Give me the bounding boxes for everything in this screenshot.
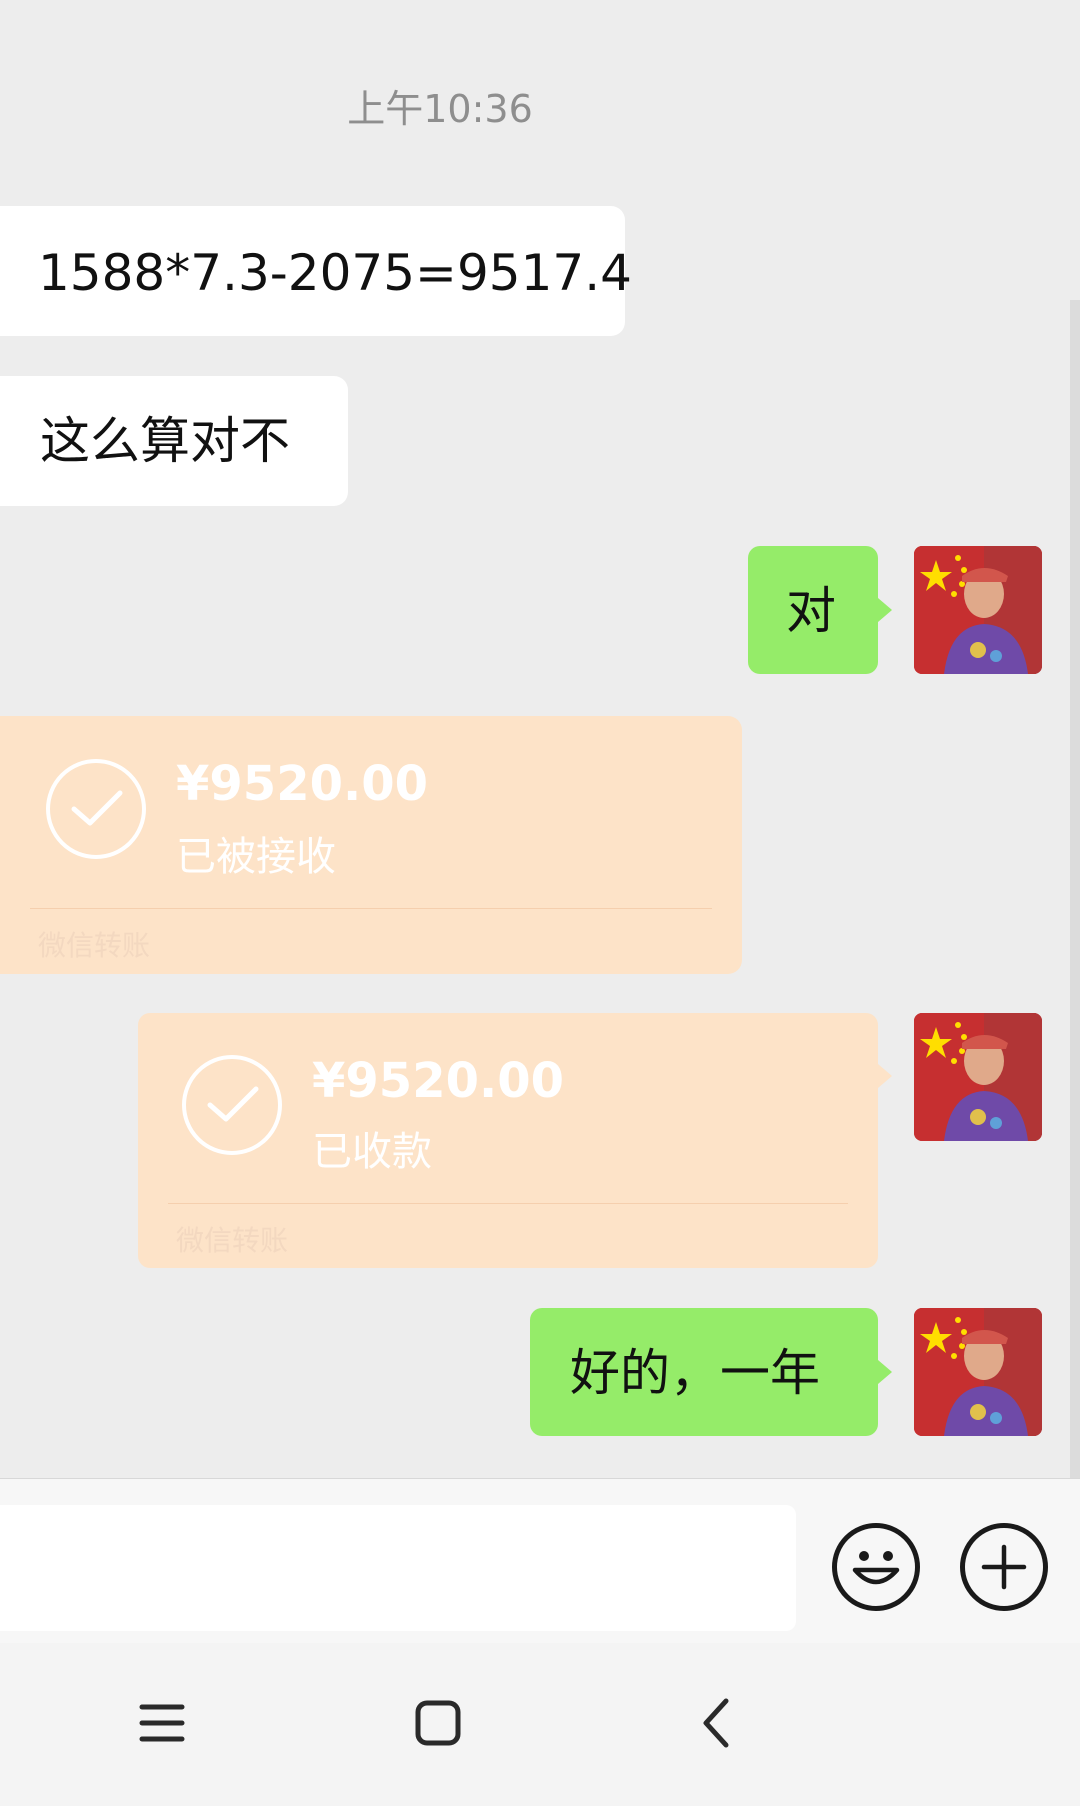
bubble-tail xyxy=(878,1360,892,1384)
transfer-divider xyxy=(30,908,712,909)
transfer-amount: ¥9520.00 xyxy=(312,1053,565,1109)
transfer-card-sent[interactable]: ¥9520.00 已收款 微信转账 xyxy=(138,1013,878,1268)
chat-screen: 上午10:36 1588*7.3-2075=9517.4 这么算对不 对 ¥95… xyxy=(0,0,1080,1806)
avatar[interactable] xyxy=(914,1013,1042,1141)
transfer-status: 已收款 xyxy=(312,1129,432,1175)
avatar-image xyxy=(914,546,1042,674)
system-nav-bar xyxy=(0,1643,1080,1806)
message-bubble-received[interactable]: 1588*7.3-2075=9517.4 xyxy=(0,206,632,336)
back-chevron-icon[interactable] xyxy=(668,1683,768,1763)
transfer-footer: 微信转账 xyxy=(176,1224,289,1257)
scrollbar[interactable] xyxy=(1070,300,1080,1480)
message-timestamp: 上午10:36 xyxy=(347,87,533,131)
emoji-smile-icon[interactable] xyxy=(832,1523,920,1611)
home-square-icon[interactable] xyxy=(388,1683,488,1763)
message-text: 好的，一年 xyxy=(570,1344,820,1402)
check-circle-icon xyxy=(182,1055,282,1155)
avatar[interactable] xyxy=(914,1308,1042,1436)
message-text: 这么算对不 xyxy=(40,412,290,470)
plus-circle-icon[interactable] xyxy=(960,1523,1048,1611)
transfer-status: 已被接收 xyxy=(176,834,336,880)
bubble-tail xyxy=(878,1064,892,1088)
message-bubble-sent[interactable]: 对 xyxy=(748,546,878,674)
menu-icon[interactable] xyxy=(112,1683,212,1763)
avatar[interactable] xyxy=(914,546,1042,674)
message-text: 1588*7.3-2075=9517.4 xyxy=(38,244,632,302)
chat-input-bar xyxy=(0,1478,1080,1644)
transfer-amount: ¥9520.00 xyxy=(176,756,429,812)
avatar-image xyxy=(914,1013,1042,1141)
message-bubble-sent[interactable]: 好的，一年 xyxy=(530,1308,878,1436)
message-text: 对 xyxy=(786,582,836,640)
message-input[interactable] xyxy=(0,1505,796,1631)
transfer-divider xyxy=(168,1203,848,1204)
bubble-tail xyxy=(878,598,892,622)
avatar-image xyxy=(914,1308,1042,1436)
transfer-footer: 微信转账 xyxy=(38,929,151,962)
check-circle-icon xyxy=(46,759,146,859)
transfer-card-received[interactable]: ¥9520.00 已被接收 微信转账 xyxy=(0,716,742,974)
message-bubble-received[interactable]: 这么算对不 xyxy=(0,376,348,506)
